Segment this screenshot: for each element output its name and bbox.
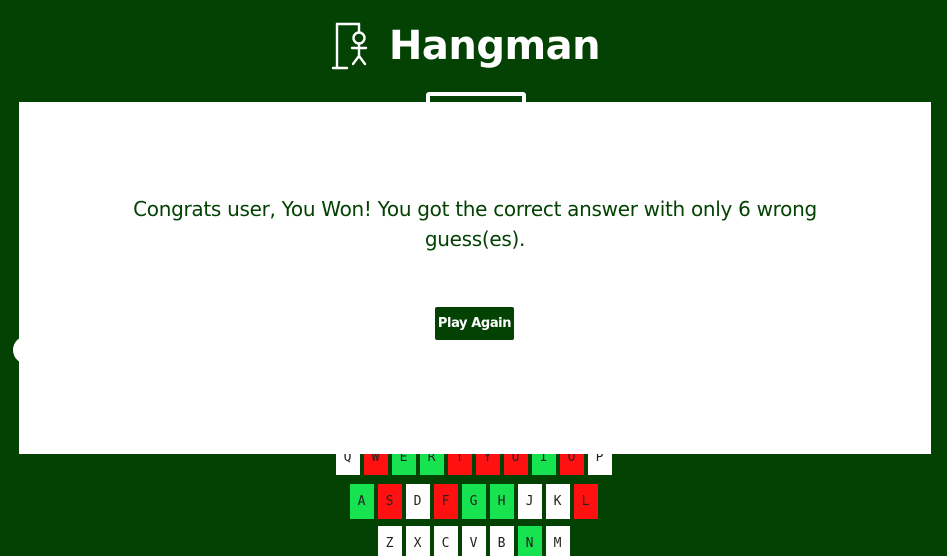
key-g[interactable]: G (461, 484, 486, 519)
key-d[interactable]: D (405, 484, 430, 519)
key-n[interactable]: N (517, 526, 542, 556)
hangman-gallows-icon (331, 22, 368, 70)
keyboard-row: ZXCVBNM (0, 526, 947, 556)
key-f[interactable]: F (433, 484, 458, 519)
key-k[interactable]: K (545, 484, 570, 519)
key-l[interactable]: L (573, 484, 598, 519)
key-c[interactable]: C (433, 526, 458, 556)
key-s[interactable]: S (377, 484, 402, 519)
result-modal: Congrats user, You Won! You got the corr… (19, 102, 931, 454)
key-j[interactable]: J (517, 484, 542, 519)
key-v[interactable]: V (461, 526, 486, 556)
hangman-app: Hangman QWERTYUIOP ASDFGHJKL ZXCVBNM Con… (0, 0, 947, 556)
key-x[interactable]: X (405, 526, 430, 556)
play-again-button[interactable]: Play Again (435, 307, 514, 340)
key-m[interactable]: M (545, 526, 570, 556)
key-a[interactable]: A (349, 484, 374, 519)
keyboard-row: ASDFGHJKL (0, 484, 947, 519)
page-title: Hangman (388, 23, 601, 69)
key-b[interactable]: B (489, 526, 514, 556)
key-z[interactable]: Z (377, 526, 402, 556)
key-h[interactable]: H (489, 484, 514, 519)
header: Hangman (0, 16, 947, 76)
result-message: Congrats user, You Won! You got the corr… (133, 197, 817, 251)
